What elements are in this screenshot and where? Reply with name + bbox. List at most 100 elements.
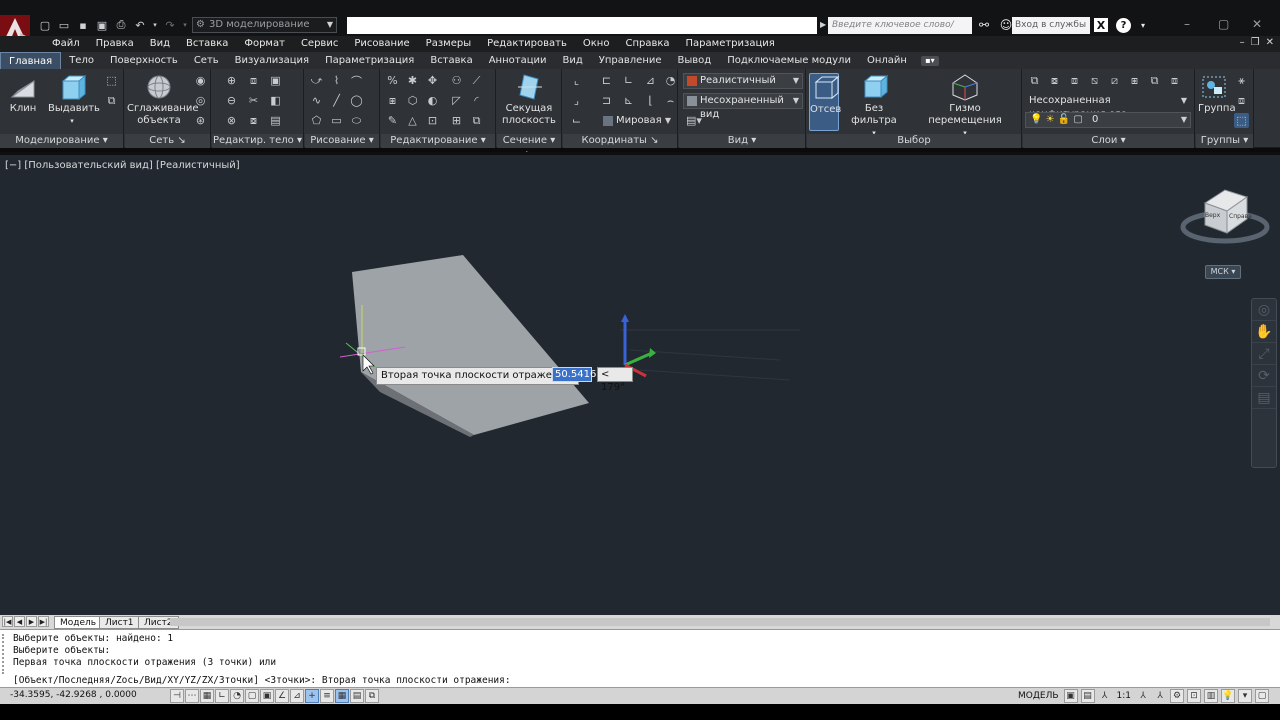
dynamic-input-distance[interactable]: 50.5416 bbox=[552, 367, 596, 382]
intersect-icon[interactable]: ⊗ bbox=[224, 113, 239, 128]
interfere-icon[interactable]: ⧇ bbox=[246, 113, 261, 128]
panel-modify-title[interactable]: Редактирование ▾ bbox=[381, 134, 495, 148]
layer-state-select[interactable]: Несохраненная конфигурация сло ▼ bbox=[1025, 93, 1191, 120]
tab-home[interactable]: Главная bbox=[0, 52, 62, 69]
model-space-button[interactable]: МОДЕЛЬ bbox=[1016, 689, 1061, 703]
search-input[interactable]: Введите ключевое слово/фразу bbox=[828, 17, 972, 47]
layer-freeze-icon[interactable]: ⧆ bbox=[1127, 73, 1142, 88]
workspace-select[interactable]: ⚙ 3D моделирование ▼ bbox=[192, 17, 337, 33]
binoculars-icon[interactable]: ⚯ bbox=[976, 17, 992, 33]
group-edit-icon[interactable]: ⧈ bbox=[1234, 93, 1249, 108]
layer-previous-icon[interactable]: ⧈ bbox=[1067, 73, 1082, 88]
ucs-origin-icon[interactable]: ⌟ bbox=[569, 93, 584, 108]
rectangle-icon[interactable]: ▭ bbox=[329, 113, 344, 128]
layer-match-icon[interactable]: ⧇ bbox=[1047, 73, 1062, 88]
fillet-edge-icon[interactable]: ◧ bbox=[268, 93, 283, 108]
next-layout-icon[interactable]: ▶ bbox=[26, 616, 37, 627]
panel-modeling-title[interactable]: Моделирование ▾ bbox=[0, 134, 123, 148]
infer-constraints-icon[interactable]: ⊣ bbox=[170, 689, 184, 703]
menu-view[interactable]: Вид bbox=[142, 37, 178, 51]
ucs-named-icon[interactable]: ◔ bbox=[663, 73, 678, 88]
quick-properties-icon[interactable]: ▤ bbox=[350, 689, 364, 703]
slice-icon[interactable]: ✂ bbox=[246, 93, 261, 108]
redo-dropdown-icon[interactable]: ▾ bbox=[181, 17, 189, 33]
annotation-scale-icon[interactable]: ⅄ bbox=[1098, 689, 1112, 703]
ucs-object-icon[interactable]: ⌊ bbox=[643, 93, 658, 108]
cursor-coordinates[interactable]: -34.3595, -42.9268 , 0.0000 bbox=[10, 690, 137, 700]
extrude-dropdown-icon[interactable]: ▾ bbox=[48, 115, 96, 127]
saved-view-select[interactable]: Несохраненный вид ▼ bbox=[683, 93, 803, 120]
layer-off-icon[interactable]: ⧉ bbox=[1147, 73, 1162, 88]
horizontal-scrollbar[interactable] bbox=[170, 618, 1270, 626]
3d-align-icon[interactable]: △ bbox=[405, 113, 420, 128]
line-icon[interactable]: ╱ bbox=[329, 93, 344, 108]
layer-unisolate-icon[interactable]: ⧄ bbox=[1107, 73, 1122, 88]
array-icon[interactable]: ⧆ bbox=[385, 93, 400, 108]
3d-move-icon[interactable]: ✥ bbox=[425, 73, 440, 88]
quick-view-layouts-icon[interactable]: ▣ bbox=[1063, 689, 1078, 703]
sign-in-field[interactable]: Вход в службы bbox=[1012, 17, 1090, 34]
layer-properties-icon[interactable]: ⧉ bbox=[1027, 73, 1042, 88]
drawing-viewport[interactable]: [−] [Пользовательский вид] [Реалистичный… bbox=[0, 152, 1280, 615]
ucs-x-icon[interactable]: ⊏ bbox=[599, 73, 614, 88]
extend-icon[interactable]: ⟋ bbox=[469, 73, 484, 88]
3d-mirror-icon[interactable]: ◐ bbox=[425, 93, 440, 108]
ucs-icon[interactable]: ⌞ bbox=[569, 73, 584, 88]
tab-plugins[interactable]: Подключаемые модули bbox=[719, 52, 859, 69]
performance-icon[interactable]: ▥ bbox=[1204, 689, 1218, 703]
tab-solid[interactable]: Тело bbox=[61, 52, 102, 69]
panel-layers-title[interactable]: Слои ▾ bbox=[1023, 134, 1194, 148]
layer-isolate-icon[interactable]: ⧅ bbox=[1087, 73, 1102, 88]
wedge-button[interactable]: Клин bbox=[6, 73, 40, 115]
ungroup-icon[interactable]: ⚹ bbox=[1234, 73, 1249, 88]
menu-parametric[interactable]: Параметризация bbox=[678, 37, 783, 51]
save-as-icon[interactable]: ▣ bbox=[94, 17, 110, 33]
maximize-icon[interactable]: ▢ bbox=[1218, 17, 1229, 31]
ucs-3point-icon[interactable]: ⌢ bbox=[663, 93, 678, 108]
polygon-icon[interactable]: ⬠ bbox=[309, 113, 324, 128]
offset-icon[interactable]: ⚇ bbox=[449, 73, 464, 88]
undo-dropdown-icon[interactable]: ▾ bbox=[151, 17, 159, 33]
tab-mesh[interactable]: Сеть bbox=[186, 52, 227, 69]
undo-icon[interactable]: ↶ bbox=[132, 17, 148, 33]
menu-edit[interactable]: Правка bbox=[88, 37, 142, 51]
command-line-grip[interactable] bbox=[2, 634, 8, 674]
pan-hand-icon[interactable]: ✋ bbox=[1252, 321, 1276, 343]
mesh-refine-icon[interactable]: ⊛ bbox=[193, 113, 208, 128]
fillet-icon[interactable]: ◜ bbox=[469, 93, 484, 108]
toolbar-lock-icon[interactable]: ⊡ bbox=[1187, 689, 1201, 703]
grid-display-icon[interactable]: ▦ bbox=[200, 689, 214, 703]
panel-mesh-title[interactable]: Сеть ↘ bbox=[125, 134, 210, 148]
menu-tools[interactable]: Сервис bbox=[293, 37, 346, 51]
showmotion-icon[interactable]: ▤ bbox=[1252, 387, 1276, 409]
ucs-y-icon[interactable]: ⊐ bbox=[599, 93, 614, 108]
dynamic-input-angle[interactable]: < 179° bbox=[597, 367, 633, 393]
group-button[interactable]: Группа bbox=[1198, 73, 1236, 115]
grid-array-icon[interactable]: ⊞ bbox=[449, 113, 464, 128]
exchange-apps-icon[interactable]: X bbox=[1094, 18, 1108, 32]
tab-annotate[interactable]: Аннотации bbox=[481, 52, 555, 69]
section-plane-button[interactable]: Секущая плоскость bbox=[499, 73, 559, 127]
lineweight-icon[interactable]: ≡ bbox=[320, 689, 334, 703]
panel-coordinates-title[interactable]: Координаты ↘ bbox=[563, 134, 677, 148]
menu-draw[interactable]: Рисование bbox=[346, 37, 417, 51]
doc-minimize-icon[interactable]: – bbox=[1240, 37, 1245, 48]
tab-view[interactable]: Вид bbox=[555, 52, 591, 69]
new-file-icon[interactable]: ▢ bbox=[37, 17, 53, 33]
smooth-object-button[interactable]: Сглаживание объекта bbox=[127, 73, 198, 127]
menu-insert[interactable]: Вставка bbox=[178, 37, 236, 51]
menu-file[interactable]: Файл bbox=[44, 37, 88, 51]
culling-button[interactable]: Отсев bbox=[809, 73, 841, 131]
doc-restore-icon[interactable]: ❐ bbox=[1251, 37, 1260, 48]
transparency-icon[interactable]: ▦ bbox=[335, 689, 349, 703]
selection-cycling-icon[interactable]: ⧉ bbox=[365, 689, 379, 703]
orbit-icon[interactable]: ⟳ bbox=[1252, 365, 1276, 387]
move-gizmo-button[interactable]: Гизмо перемещения ▾ bbox=[915, 73, 1015, 139]
menu-window[interactable]: Окно bbox=[575, 37, 618, 51]
tab-surface[interactable]: Поверхность bbox=[102, 52, 186, 69]
command-prompt[interactable]: [Объект/Последняя/Zось/Вид/XY/YZ/ZX/3точ… bbox=[13, 675, 511, 686]
panel-solid-edit-title[interactable]: Редактир. тело ▾ bbox=[212, 134, 303, 148]
union-icon[interactable]: ⊕ bbox=[224, 73, 239, 88]
tab-insert[interactable]: Вставка bbox=[422, 52, 480, 69]
layer-select[interactable]: 💡 ☀ 🔓 ▢ 0 ▼ bbox=[1025, 112, 1191, 128]
